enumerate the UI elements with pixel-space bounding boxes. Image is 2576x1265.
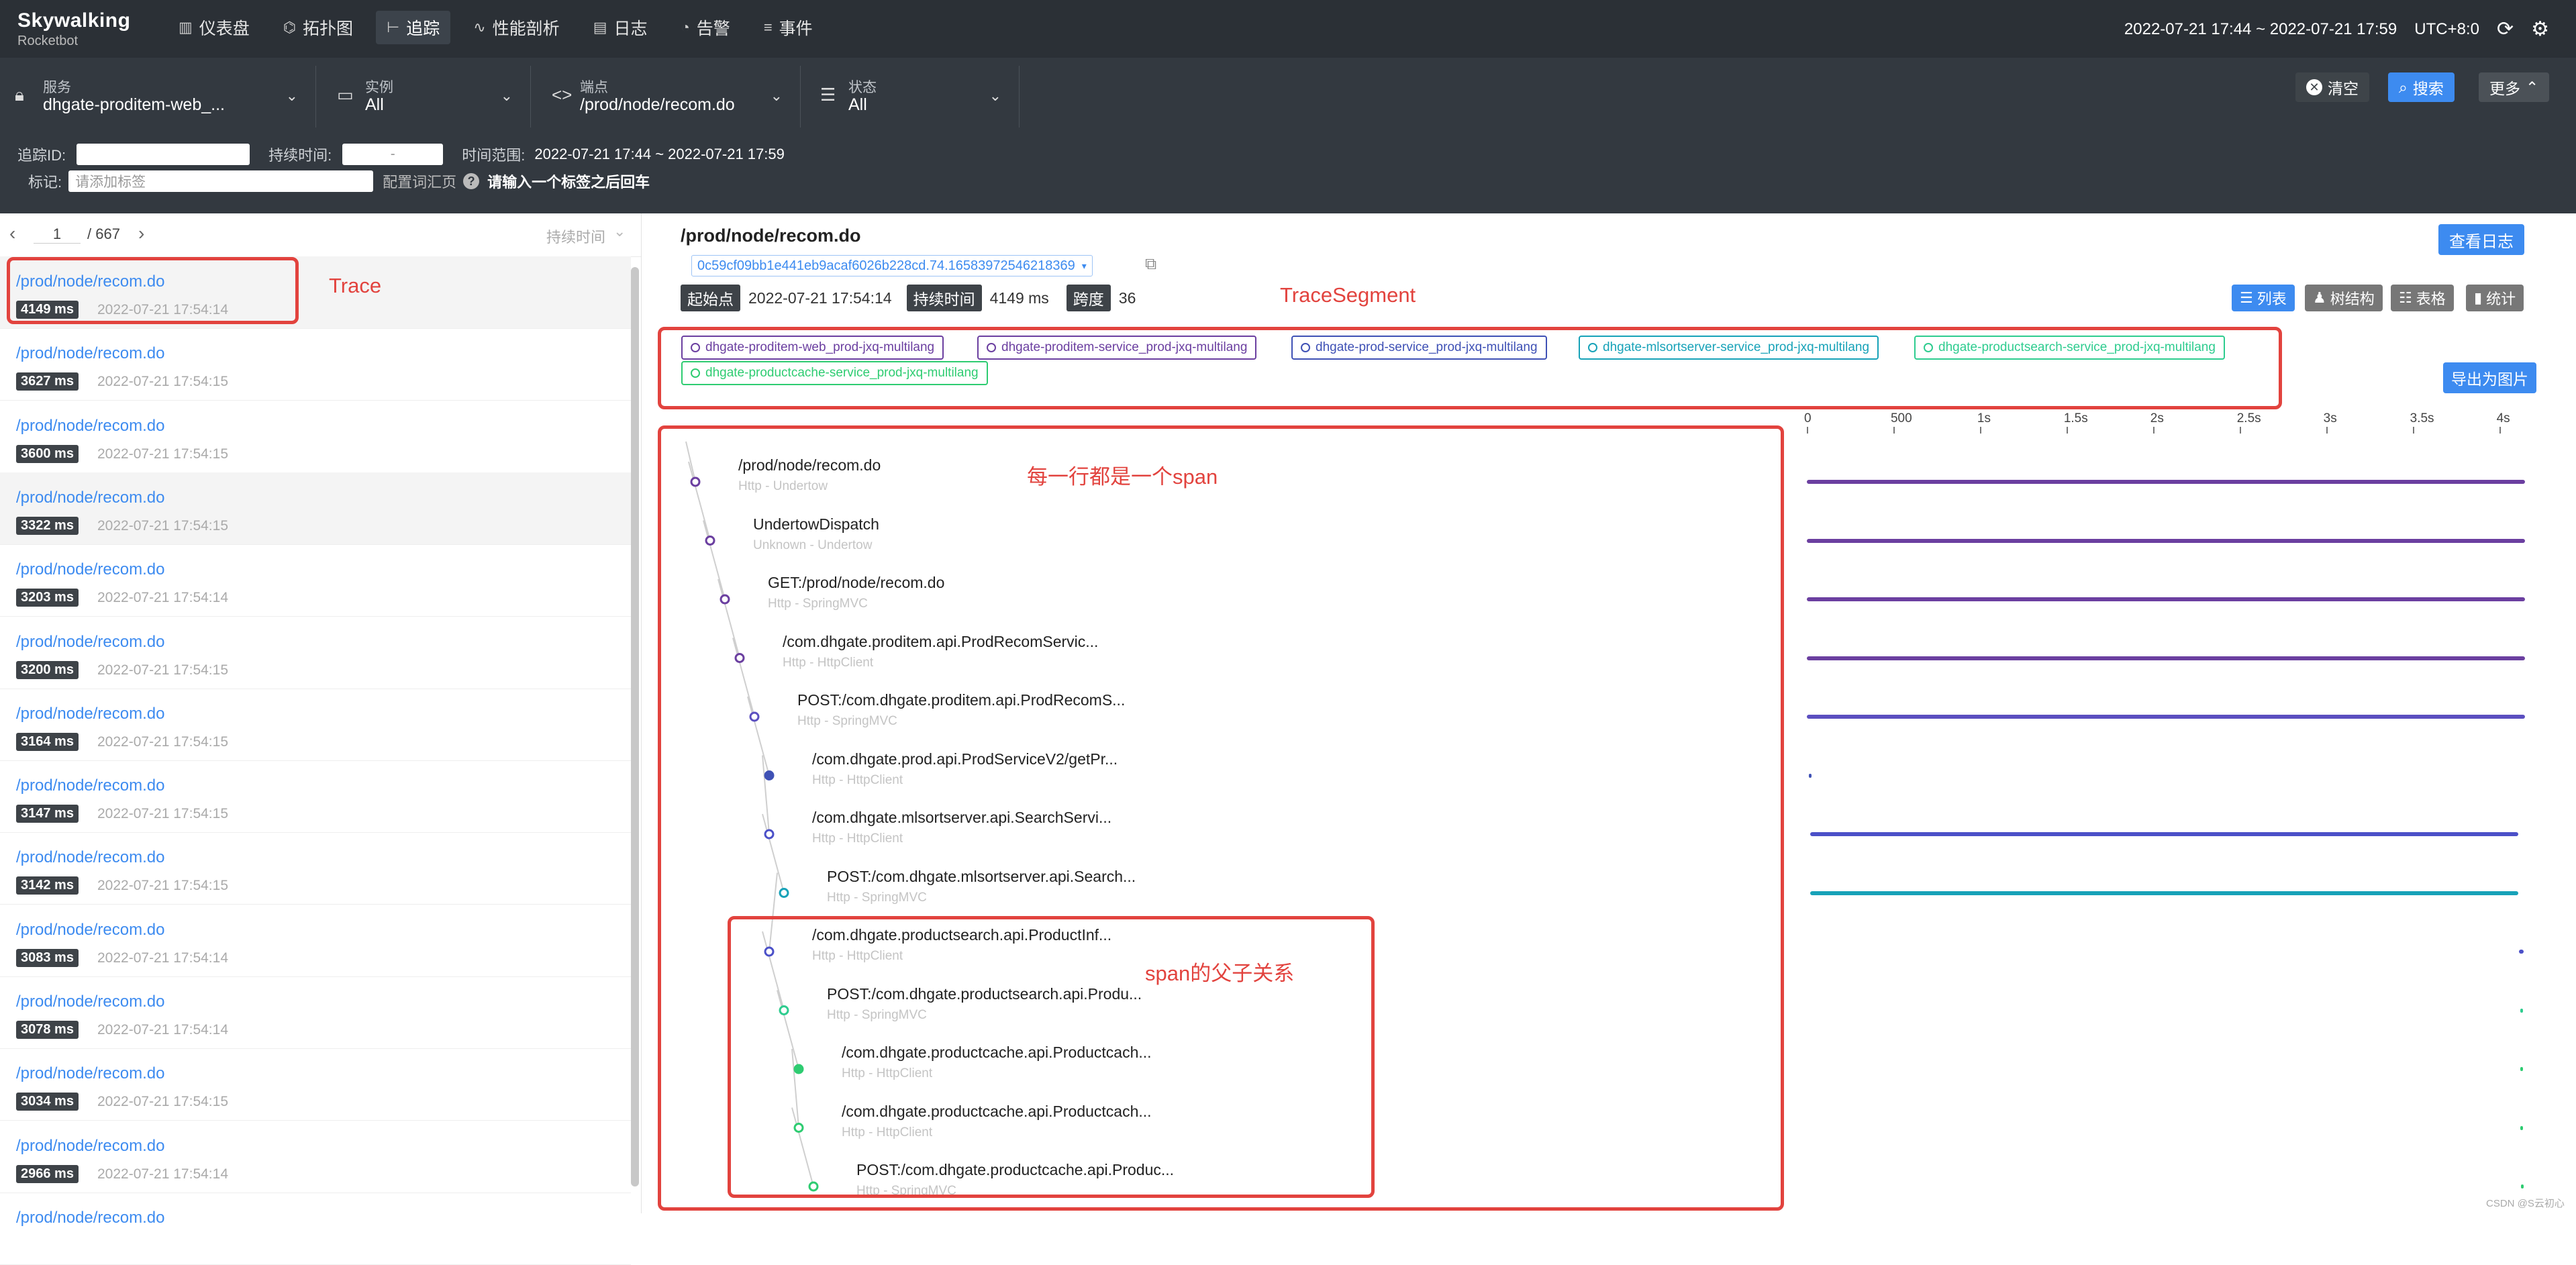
span-bar[interactable] bbox=[1807, 480, 2525, 484]
annotation-trace-label: Trace bbox=[329, 274, 382, 297]
annotation-parent-child-label: span的父子关系 bbox=[1145, 962, 1295, 985]
annotation-segment-label: TraceSegment bbox=[1280, 283, 1416, 307]
span-bar[interactable] bbox=[1810, 891, 2518, 895]
span-bar[interactable] bbox=[2519, 950, 2524, 954]
span-bar[interactable] bbox=[1808, 773, 1812, 778]
span-bar[interactable] bbox=[2520, 1067, 2524, 1071]
annotation-segment-box bbox=[658, 327, 2282, 409]
span-bar[interactable] bbox=[1807, 538, 2525, 543]
span-bar[interactable] bbox=[1810, 832, 2518, 836]
span-bar[interactable] bbox=[2520, 1008, 2523, 1013]
span-bar[interactable] bbox=[2520, 1184, 2524, 1188]
annotation-span-rows-label: 每一行都是一个span bbox=[1027, 465, 1218, 489]
span-bar[interactable] bbox=[1807, 656, 2525, 660]
annotation-trace-box bbox=[7, 257, 299, 324]
span-bar[interactable] bbox=[1807, 715, 2525, 719]
watermark: CSDN @S云初心 bbox=[2486, 1198, 2565, 1209]
span-bar[interactable] bbox=[1807, 597, 2525, 601]
span-bar[interactable] bbox=[2520, 1125, 2524, 1130]
